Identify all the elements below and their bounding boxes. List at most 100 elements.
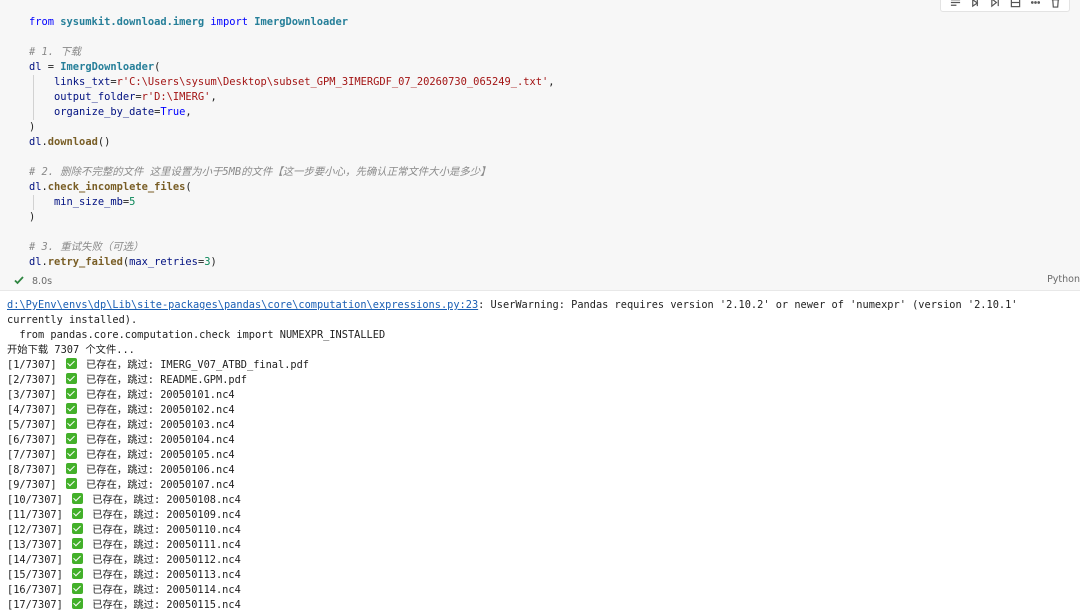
log-filename: 20050102.nc4 (160, 404, 235, 416)
indent-guide (33, 75, 34, 90)
code-token: = (41, 61, 61, 73)
language-label[interactable]: Python (1047, 274, 1080, 285)
log-index: [4/7307] (7, 404, 57, 416)
execution-time: 8.0s (32, 276, 53, 287)
log-filename: 20050107.nc4 (160, 479, 235, 491)
code-token: organize_by_date (54, 106, 155, 118)
check-mark-icon (65, 448, 77, 459)
split-cell-icon[interactable] (1007, 0, 1023, 9)
code-line: dl.retry_failed(max_retries=3) (29, 255, 555, 270)
check-mark-icon (65, 418, 77, 429)
code-token: ImergDownloader (254, 16, 349, 28)
delete-icon[interactable] (1047, 0, 1063, 9)
code-token: check_incomplete_files (47, 181, 186, 193)
warning-line: d:\PyEnv\envs\dp\Lib\site-packages\panda… (7, 298, 1072, 328)
log-index: [14/7307] (7, 554, 63, 566)
code-token: , (210, 91, 217, 103)
cell-output: d:\PyEnv\envs\dp\Lib\site-packages\panda… (7, 298, 1072, 613)
log-index: [11/7307] (7, 509, 63, 521)
log-message: 已存在，跳过: (79, 449, 161, 461)
log-index: [5/7307] (7, 419, 57, 431)
code-token: r'D:\IMERG' (141, 91, 211, 103)
code-token: ImergDownloader (60, 61, 155, 73)
log-filename: 20050112.nc4 (166, 554, 241, 566)
code-token: min_size_mb (54, 196, 123, 208)
log-message: 已存在，跳过: (86, 554, 167, 566)
log-message: 已存在，跳过: (86, 569, 167, 581)
code-token: dl (29, 181, 42, 193)
log-index: [8/7307] (7, 464, 57, 476)
log-message: 已存在，跳过: (79, 374, 161, 386)
log-message: 已存在，跳过: (86, 509, 167, 521)
download-log-line: [10/7307] 已存在，跳过: 20050108.nc4 (7, 493, 1072, 508)
execution-status: 8.0s (14, 275, 52, 288)
log-index: [6/7307] (7, 434, 57, 446)
warning-path-link[interactable]: d:\PyEnv\envs\dp\Lib\site-packages\panda… (7, 299, 478, 311)
check-mark-icon (72, 493, 83, 504)
code-token: dl (29, 61, 42, 73)
log-filename: 20050115.nc4 (166, 599, 241, 611)
log-filename: IMERG_V07_ATBD_final.pdf (160, 359, 309, 371)
log-filename: 20050105.nc4 (160, 449, 235, 461)
download-log-line: [9/7307] 已存在，跳过: 20050107.nc4 (7, 478, 1072, 493)
download-log-line: [15/7307] 已存在，跳过: 20050113.nc4 (7, 568, 1072, 583)
log-message: 已存在，跳过: (86, 494, 167, 506)
log-index: [3/7307] (7, 389, 57, 401)
log-index: [17/7307] (7, 599, 63, 611)
log-message: 已存在，跳过: (79, 389, 161, 401)
code-line: # 2. 删除不完整的文件 这里设置为小于5MB的文件【这一步要小心，先确认正常… (29, 165, 555, 180)
code-token: 5 (129, 196, 136, 208)
code-line: dl = ImergDownloader( (29, 60, 555, 75)
cell-toolbar (940, 0, 1070, 12)
log-filename: 20050106.nc4 (160, 464, 235, 476)
log-filename: 20050103.nc4 (160, 419, 235, 431)
log-index: [7/7307] (7, 449, 57, 461)
code-cell[interactable]: from sysumkit.download.imerg import Imer… (0, 0, 1080, 291)
log-filename: 20050113.nc4 (166, 569, 241, 581)
log-filename: 20050111.nc4 (166, 539, 241, 551)
execute-above-icon[interactable] (967, 0, 983, 9)
log-index: [9/7307] (7, 479, 57, 491)
download-log-line: [13/7307] 已存在，跳过: 20050111.nc4 (7, 538, 1072, 553)
code-token: ) (29, 211, 36, 223)
code-token: , (185, 106, 192, 118)
code-line: output_folder=r'D:\IMERG', (29, 90, 555, 105)
log-index: [2/7307] (7, 374, 57, 386)
code-line: from sysumkit.download.imerg import Imer… (29, 15, 555, 30)
code-editor[interactable]: from sysumkit.download.imerg import Imer… (29, 15, 555, 270)
download-log-line: [6/7307] 已存在，跳过: 20050104.nc4 (7, 433, 1072, 448)
download-log-line: [8/7307] 已存在，跳过: 20050106.nc4 (7, 463, 1072, 478)
more-icon[interactable] (1027, 0, 1043, 9)
code-token: dl (29, 136, 42, 148)
code-token: dl (29, 256, 42, 268)
code-token: , (548, 76, 555, 88)
code-token: ( (185, 181, 192, 193)
code-line: organize_by_date=True, (29, 105, 555, 120)
check-mark-icon (72, 523, 83, 534)
download-log-line: [4/7307] 已存在，跳过: 20050102.nc4 (7, 403, 1072, 418)
check-mark-icon (72, 568, 83, 579)
code-line: ) (29, 210, 555, 225)
code-line: min_size_mb=5 (29, 195, 555, 210)
download-log-line: [16/7307] 已存在，跳过: 20050114.nc4 (7, 583, 1072, 598)
execute-below-icon[interactable] (987, 0, 1003, 9)
code-token: True (160, 106, 186, 118)
code-token: () (97, 136, 111, 148)
log-filename: 20050109.nc4 (166, 509, 241, 521)
log-message: 已存在，跳过: (86, 539, 167, 551)
log-message: 已存在，跳过: (79, 419, 161, 431)
run-by-line-icon[interactable] (947, 0, 963, 9)
check-mark-icon (65, 403, 77, 414)
code-token: ) (29, 121, 36, 133)
log-message: 已存在，跳过: (79, 359, 161, 371)
code-token: ) (210, 256, 217, 268)
code-line: dl.download() (29, 135, 555, 150)
code-token: links_txt (54, 76, 111, 88)
indent-guide (33, 90, 34, 105)
code-line: dl.check_incomplete_files( (29, 180, 555, 195)
code-token: ( (154, 61, 161, 73)
code-token: # 3. 重试失败（可选） (29, 241, 144, 253)
